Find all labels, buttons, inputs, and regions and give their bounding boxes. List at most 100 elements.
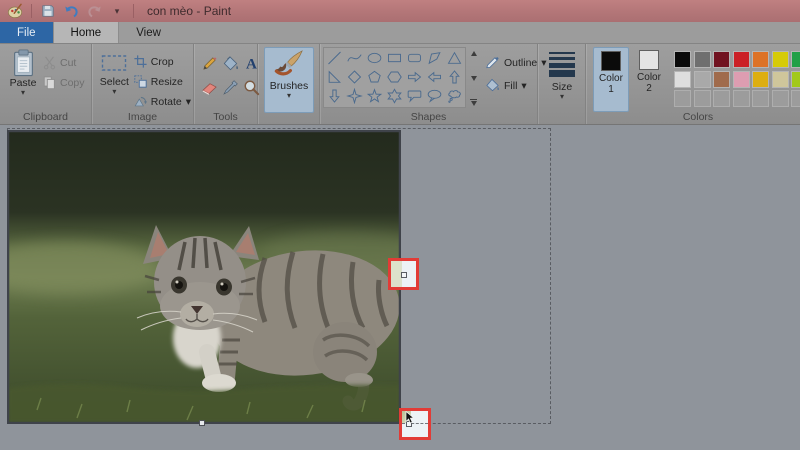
paint-window: ▾ con mèo - Paint File Home View Paste ▾… <box>0 0 800 450</box>
ribbon: Paste ▾ Cut Copy Clipboard Select ▾ <box>0 44 800 125</box>
cut-button[interactable]: Cut <box>43 53 85 72</box>
shapes-scroll-down-button[interactable] <box>468 73 479 84</box>
svg-text:A: A <box>246 57 257 72</box>
color2-button[interactable]: Color 2 <box>632 47 666 110</box>
shape-arrow-right[interactable] <box>405 68 424 86</box>
shape-rounded-rectangle[interactable] <box>405 49 424 67</box>
mouse-cursor-icon <box>405 411 415 424</box>
palette-empty-slot[interactable] <box>752 90 769 107</box>
shape-rounded-callout[interactable] <box>405 87 424 105</box>
palette-swatch[interactable] <box>733 51 750 68</box>
dropdown-caret: ▾ <box>112 88 116 95</box>
color-picker-tool-button[interactable] <box>221 77 240 98</box>
color2-label: Color <box>637 72 661 83</box>
group-label-colors: Colors <box>586 111 800 123</box>
fill-icon <box>485 78 500 93</box>
workspace <box>0 125 800 450</box>
shape-curve[interactable] <box>345 49 364 67</box>
canvas-image-kitten[interactable] <box>7 130 401 424</box>
shapes-scroll-up-button[interactable] <box>468 48 479 59</box>
brushes-button[interactable]: Brushes ▾ <box>264 47 314 113</box>
group-label-shapes: Shapes <box>320 111 537 123</box>
palette-swatch[interactable] <box>772 71 789 88</box>
palette-swatch[interactable] <box>791 71 800 88</box>
rotate-button[interactable]: Rotate ▾ <box>134 92 191 111</box>
group-brushes: Brushes ▾ <box>258 44 320 124</box>
crop-icon <box>134 55 147 68</box>
palette-empty-slot[interactable] <box>791 90 800 107</box>
shape-hexagon[interactable] <box>385 68 404 86</box>
color1-button[interactable]: Color 1 <box>593 47 629 112</box>
canvas-bottom-middle-grip[interactable] <box>199 420 205 426</box>
ribbon-tab-row: File Home View <box>0 22 800 44</box>
save-button[interactable] <box>39 2 57 20</box>
palette-swatch[interactable] <box>674 71 691 88</box>
tab-view[interactable]: View <box>119 22 178 43</box>
shape-arrow-down[interactable] <box>325 87 344 105</box>
copy-label: Copy <box>60 77 85 89</box>
paste-button[interactable]: Paste ▾ <box>3 47 43 96</box>
shape-six-point-star[interactable] <box>385 87 404 105</box>
group-image: Select ▾ Crop Resize Rotate ▾ Image <box>92 44 194 124</box>
separator <box>133 4 134 18</box>
palette-swatch[interactable] <box>713 71 730 88</box>
tab-home[interactable]: Home <box>53 22 120 43</box>
title-bar: ▾ con mèo - Paint <box>0 0 800 22</box>
shape-polygon[interactable] <box>425 49 444 67</box>
palette-empty-slot[interactable] <box>674 90 691 107</box>
color2-swatch <box>639 50 659 70</box>
shapes-more-button[interactable] <box>468 97 479 108</box>
undo-button[interactable] <box>62 2 80 20</box>
palette-swatch[interactable] <box>733 71 750 88</box>
shape-right-triangle[interactable] <box>325 68 344 86</box>
size-button[interactable]: Size ▾ <box>542 47 582 100</box>
paint-logo-icon[interactable] <box>6 2 24 20</box>
shape-five-point-star[interactable] <box>365 87 384 105</box>
shape-diamond[interactable] <box>345 68 364 86</box>
shape-pentagon[interactable] <box>365 68 384 86</box>
shape-triangle[interactable] <box>445 49 464 67</box>
crop-button[interactable]: Crop <box>134 52 191 71</box>
palette-empty-slot[interactable] <box>772 90 789 107</box>
palette-swatch[interactable] <box>694 71 711 88</box>
palette-swatch[interactable] <box>674 51 691 68</box>
resize-handle-highlight-bottom <box>399 408 431 440</box>
redo-button[interactable] <box>85 2 103 20</box>
resize-icon <box>134 75 147 88</box>
palette-swatch[interactable] <box>752 71 769 88</box>
select-button[interactable]: Select ▾ <box>95 47 134 95</box>
select-icon <box>101 54 127 72</box>
palette-swatch[interactable] <box>694 51 711 68</box>
shape-line[interactable] <box>325 49 344 67</box>
quick-access-options-button[interactable]: ▾ <box>108 2 126 20</box>
shape-arrow-up[interactable] <box>445 68 464 86</box>
copy-button[interactable]: Copy <box>43 73 85 92</box>
image-right-middle-grip[interactable] <box>401 272 407 278</box>
color1-label: Color <box>599 73 623 84</box>
window-title: con mèo - Paint <box>147 4 231 18</box>
fill-tool-button[interactable] <box>221 53 240 74</box>
copy-icon <box>43 76 56 90</box>
palette-swatch[interactable] <box>752 51 769 68</box>
shape-cloud-callout[interactable] <box>445 87 464 105</box>
color1-number: 1 <box>608 84 614 95</box>
resize-button[interactable]: Resize <box>134 72 191 91</box>
tab-file[interactable]: File <box>0 22 53 43</box>
outline-icon <box>485 55 500 70</box>
palette-swatch[interactable] <box>791 51 800 68</box>
palette-empty-slot[interactable] <box>733 90 750 107</box>
pencil-tool-button[interactable] <box>200 53 219 74</box>
dropdown-caret: ▾ <box>186 96 191 108</box>
shape-rectangle[interactable] <box>385 49 404 67</box>
palette-empty-slot[interactable] <box>694 90 711 107</box>
shapes-scroll <box>468 47 479 108</box>
shape-oval-callout[interactable] <box>425 87 444 105</box>
eraser-tool-button[interactable] <box>200 77 219 98</box>
palette-empty-slot[interactable] <box>713 90 730 107</box>
brush-icon <box>274 50 304 80</box>
shape-four-point-star[interactable] <box>345 87 364 105</box>
palette-swatch[interactable] <box>713 51 730 68</box>
palette-swatch[interactable] <box>772 51 789 68</box>
shape-arrow-left[interactable] <box>425 68 444 86</box>
shape-ellipse[interactable] <box>365 49 384 67</box>
